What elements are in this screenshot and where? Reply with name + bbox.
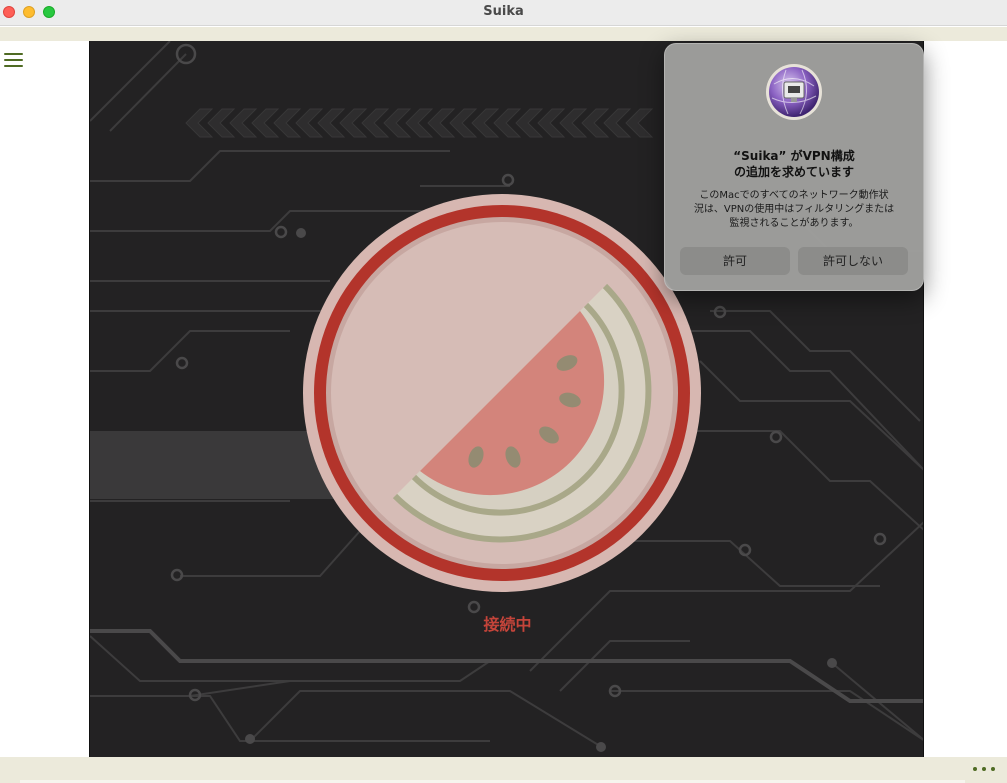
allow-button[interactable]: 許可 <box>680 247 790 275</box>
deny-button[interactable]: 許可しない <box>798 247 908 275</box>
window-title: Suika <box>483 4 524 19</box>
dialog-message-line3: 監視されることがあります。 <box>729 218 859 229</box>
toolbar-strip <box>0 27 1007 41</box>
hamburger-menu-icon[interactable] <box>4 53 24 69</box>
dialog-message-line2: 況は、VPNの使用中はフィルタリングまたは <box>693 204 895 215</box>
watermelon-logo-icon[interactable] <box>302 193 702 593</box>
title-bar: Suika <box>0 0 1007 26</box>
app-window: Suika 接続中 “Suika” がVPN構成 の追加を求めています このMa… <box>0 0 1007 783</box>
dialog-title-line1: “Suika” がVPN構成 <box>733 149 855 163</box>
footer-bar <box>0 757 1007 783</box>
dialog-title: “Suika” がVPN構成 の追加を求めています <box>674 148 914 180</box>
ellipsis-icon[interactable] <box>971 764 997 774</box>
vpn-permission-dialog: “Suika” がVPN構成 の追加を求めています このMacでのすべてのネット… <box>664 43 924 291</box>
dialog-message-line1: このMacでのすべてのネットワーク動作状 <box>699 190 889 201</box>
connection-status-label: 接続中 <box>483 615 532 634</box>
dialog-message: このMacでのすべてのネットワーク動作状 況は、VPNの使用中はフィルタリングま… <box>678 189 910 231</box>
dialog-title-line2: の追加を求めています <box>733 165 854 179</box>
vpn-network-icon <box>766 64 822 120</box>
